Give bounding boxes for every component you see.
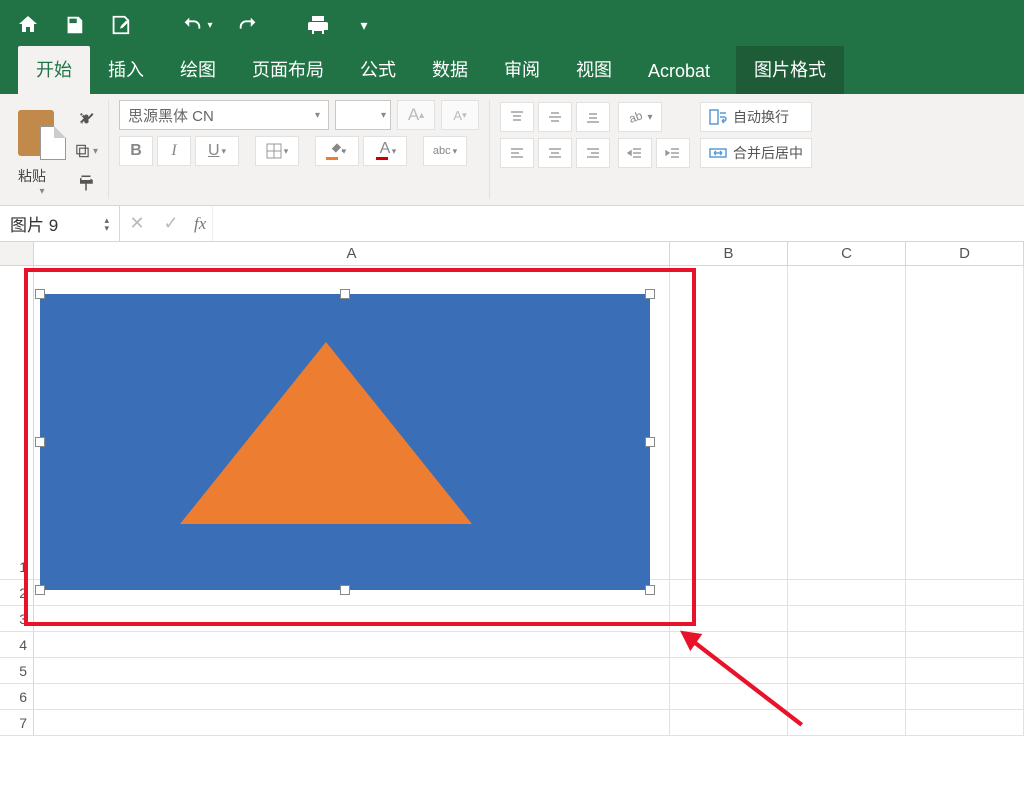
align-center-button[interactable] xyxy=(538,138,572,168)
resize-handle-bm[interactable] xyxy=(340,585,350,595)
worksheet-grid[interactable]: A B C D 1 2 3 4 5 6 7 xyxy=(0,242,1024,736)
merge-center-button[interactable]: 合并后居中 xyxy=(700,138,812,168)
selected-image-object[interactable] xyxy=(40,294,650,590)
name-box-value: 图片 9 xyxy=(10,211,58,236)
row-header-2[interactable]: 2 xyxy=(0,580,34,605)
paste-button[interactable]: 粘贴 ▾ xyxy=(18,100,66,197)
bold-button[interactable]: B xyxy=(119,136,153,166)
qat-overflow-icon[interactable]: ▾ xyxy=(350,11,378,39)
decrease-indent-button[interactable] xyxy=(618,138,652,168)
row-header-4[interactable]: 4 xyxy=(0,632,34,657)
col-header-C[interactable]: C xyxy=(788,242,906,265)
font-name-selector[interactable]: 思源黑体 CN ▾ xyxy=(119,100,329,130)
increase-indent-button[interactable] xyxy=(656,138,690,168)
grid-rows: 1 2 3 4 5 6 7 xyxy=(0,266,1024,736)
paste-label: 粘贴 xyxy=(18,166,66,186)
home-icon[interactable] xyxy=(14,11,42,39)
col-header-B[interactable]: B xyxy=(670,242,788,265)
row-header-5[interactable]: 5 xyxy=(0,658,34,683)
ribbon-group-clipboard: 粘贴 ▾ ▾ xyxy=(8,100,109,199)
svg-text:ab: ab xyxy=(628,109,646,125)
ribbon-tabs: 开始 插入 绘图 页面布局 公式 数据 审阅 视图 Acrobat 图片格式 xyxy=(0,50,1024,94)
copy-icon[interactable]: ▾ xyxy=(74,140,98,162)
name-box[interactable]: 图片 9 ▴▾ xyxy=(0,206,120,242)
tab-data[interactable]: 数据 xyxy=(414,46,486,94)
tab-page-layout[interactable]: 页面布局 xyxy=(234,46,342,94)
merge-center-label: 合并后居中 xyxy=(733,143,803,163)
align-right-button[interactable] xyxy=(576,138,610,168)
formula-bar-row: 图片 9 ▴▾ ✕ ✓ fx xyxy=(0,206,1024,242)
align-left-button[interactable] xyxy=(500,138,534,168)
font-size-selector[interactable]: ▾ xyxy=(335,100,391,130)
tab-home[interactable]: 开始 xyxy=(18,46,90,94)
cancel-edit-icon[interactable]: ✕ xyxy=(120,213,154,234)
align-middle-button[interactable] xyxy=(538,102,572,132)
save-edit-icon[interactable] xyxy=(106,11,134,39)
format-painter-icon[interactable] xyxy=(74,172,98,194)
grow-font-button[interactable]: A▴ xyxy=(397,100,435,130)
ribbon-group-font: 思源黑体 CN ▾ ▾ A▴ A▾ B I U▾ ▾ ▾ xyxy=(109,100,490,199)
row-header-6[interactable]: 6 xyxy=(0,684,34,709)
underline-button[interactable]: U▾ xyxy=(195,136,239,166)
cell-C1[interactable] xyxy=(788,266,906,579)
font-name-value: 思源黑体 CN xyxy=(128,105,214,126)
phonetic-guide-button[interactable]: abc▾ xyxy=(423,136,467,166)
resize-handle-tm[interactable] xyxy=(340,289,350,299)
print-icon[interactable] xyxy=(304,11,332,39)
resize-handle-br[interactable] xyxy=(645,585,655,595)
borders-button[interactable]: ▾ xyxy=(255,136,299,166)
tab-acrobat[interactable]: Acrobat xyxy=(630,51,728,94)
triangle-shape xyxy=(180,342,472,524)
confirm-edit-icon[interactable]: ✓ xyxy=(154,213,188,234)
redo-icon[interactable] xyxy=(234,11,262,39)
shrink-font-button[interactable]: A▾ xyxy=(441,100,479,130)
ribbon: 粘贴 ▾ ▾ 思源黑体 CN ▾ xyxy=(0,94,1024,206)
save-icon[interactable] xyxy=(60,11,88,39)
cut-icon[interactable] xyxy=(74,108,98,130)
align-top-button[interactable] xyxy=(500,102,534,132)
select-all-corner[interactable] xyxy=(0,242,34,265)
align-bottom-button[interactable] xyxy=(576,102,610,132)
resize-handle-ml[interactable] xyxy=(35,437,45,447)
resize-handle-bl[interactable] xyxy=(35,585,45,595)
col-header-A[interactable]: A xyxy=(34,242,670,265)
resize-handle-tl[interactable] xyxy=(35,289,45,299)
quick-access-toolbar: ▾ ▾ xyxy=(0,0,1024,50)
tab-draw[interactable]: 绘图 xyxy=(162,46,234,94)
undo-icon[interactable]: ▾ xyxy=(176,11,216,39)
tab-insert[interactable]: 插入 xyxy=(90,46,162,94)
fill-color-button[interactable]: ▾ xyxy=(315,136,359,166)
row-header-7[interactable]: 7 xyxy=(0,710,34,735)
italic-button[interactable]: I xyxy=(157,136,191,166)
column-headers: A B C D xyxy=(0,242,1024,266)
ribbon-group-alignment: ab▾ 自动换行 合并后居中 xyxy=(490,100,822,199)
tab-picture-format[interactable]: 图片格式 xyxy=(736,46,844,94)
col-header-D[interactable]: D xyxy=(906,242,1024,265)
cell-D1[interactable] xyxy=(906,266,1024,579)
fx-icon[interactable]: fx xyxy=(188,214,212,234)
row-header-3[interactable]: 3 xyxy=(0,606,34,631)
tab-formulas[interactable]: 公式 xyxy=(342,46,414,94)
tab-view[interactable]: 视图 xyxy=(558,46,630,94)
orientation-button[interactable]: ab▾ xyxy=(618,102,662,132)
tab-review[interactable]: 审阅 xyxy=(486,46,558,94)
resize-handle-tr[interactable] xyxy=(645,289,655,299)
font-color-button[interactable]: A ▾ xyxy=(363,136,407,166)
row-header-1[interactable]: 1 xyxy=(0,266,34,579)
wrap-text-button[interactable]: 自动换行 xyxy=(700,102,812,132)
cell-B1[interactable] xyxy=(670,266,788,579)
formula-input[interactable] xyxy=(212,206,1024,241)
wrap-text-label: 自动换行 xyxy=(733,107,789,127)
resize-handle-mr[interactable] xyxy=(645,437,655,447)
